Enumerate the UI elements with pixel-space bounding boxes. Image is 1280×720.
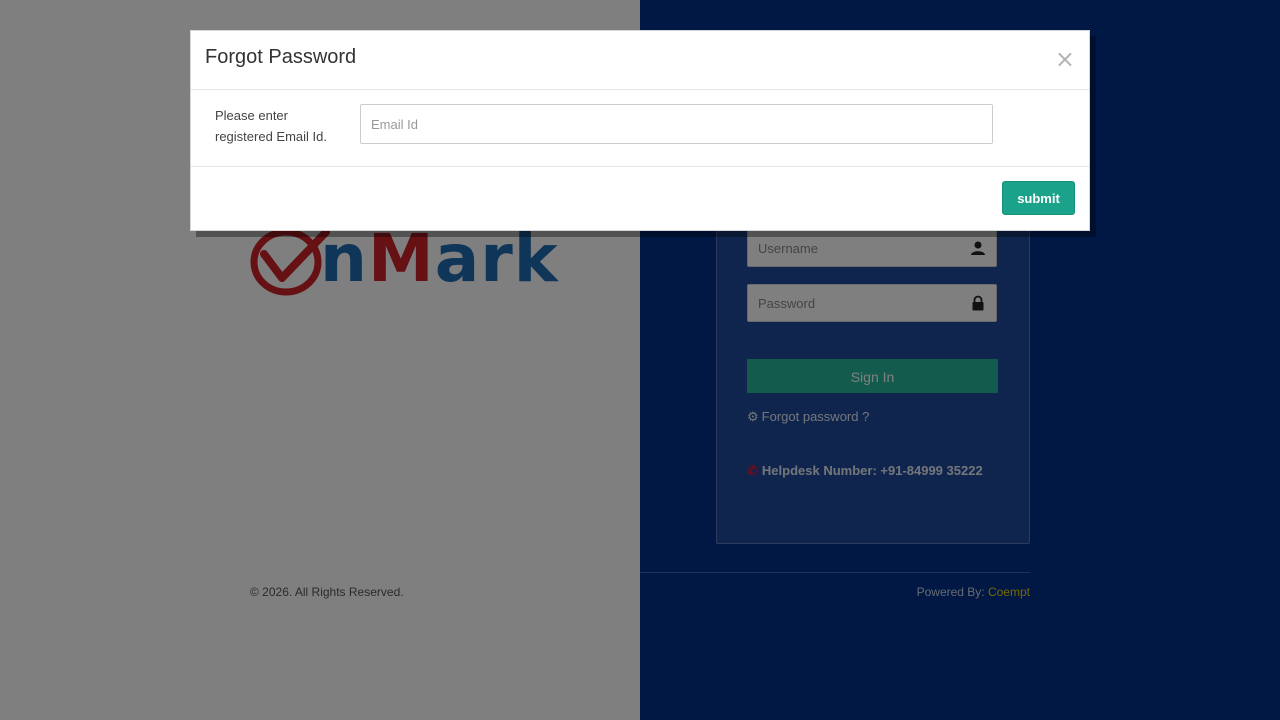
- login-page: nMark © 2026. All Rights Reserved. Sign …: [0, 0, 1280, 720]
- submit-button[interactable]: submit: [1002, 181, 1075, 215]
- modal-footer: submit: [191, 167, 1089, 231]
- email-prompt-label: Please enter registered Email Id.: [215, 108, 327, 144]
- forgot-password-modal: Forgot Password × Please enter registere…: [190, 30, 1090, 231]
- modal-body: Please enter registered Email Id.: [191, 90, 1089, 167]
- email-input[interactable]: [360, 104, 993, 144]
- modal-title: Forgot Password: [205, 46, 357, 68]
- close-icon[interactable]: ×: [1055, 47, 1075, 71]
- modal-header: Forgot Password ×: [191, 31, 1089, 90]
